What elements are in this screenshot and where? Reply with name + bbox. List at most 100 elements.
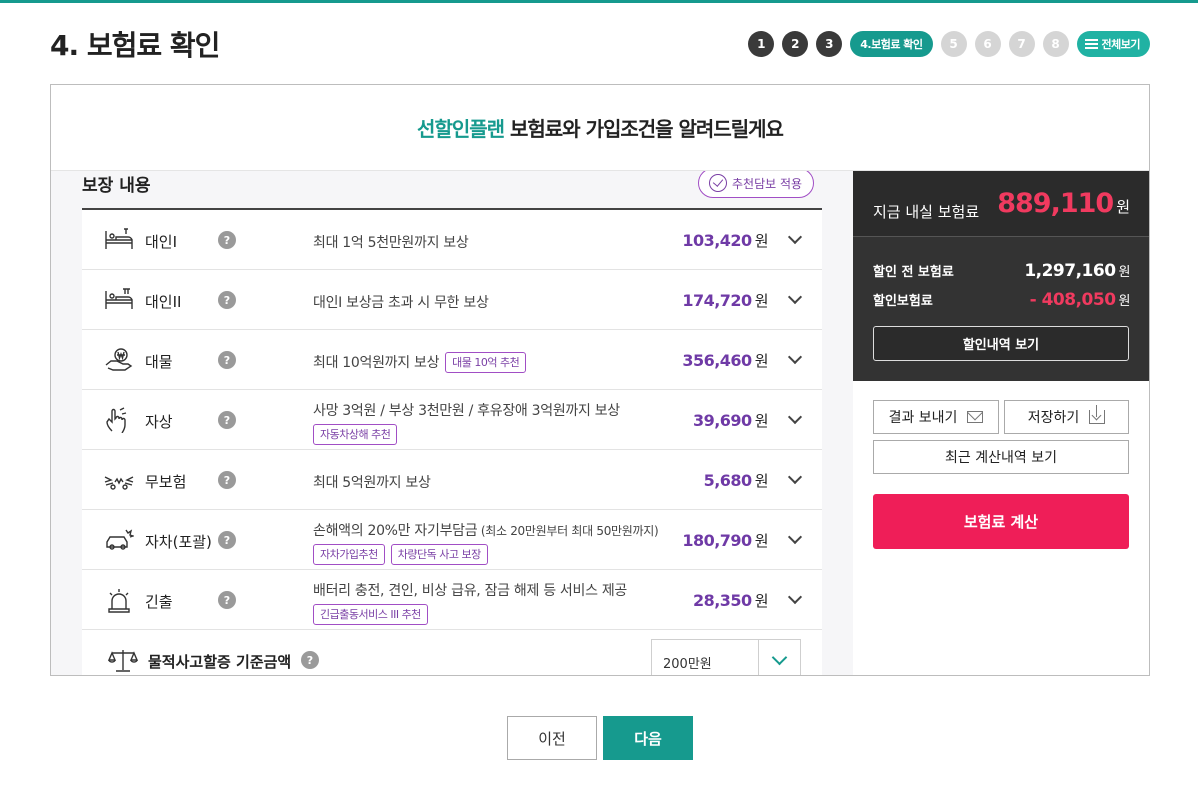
bed-person-icon bbox=[104, 287, 134, 313]
discount-amount: - 408,050 원 bbox=[1029, 290, 1131, 310]
amount-unit: 원 bbox=[754, 352, 769, 370]
amount-value: 28,350 bbox=[692, 591, 752, 610]
step-7: 7 bbox=[1008, 31, 1035, 57]
help-icon[interactable]: ? bbox=[218, 591, 236, 609]
coverage-desc: 배터리 충전, 견인, 비상 급유, 잠금 해제 등 서비스 제공 bbox=[313, 583, 627, 599]
chevron-down-icon[interactable] bbox=[787, 289, 803, 305]
help-icon[interactable]: ? bbox=[218, 411, 236, 429]
coverage-table: 대인I ? 최대 1억 5천만원까지 보상 103,420 원 대인II ? 대인… bbox=[82, 208, 822, 675]
coverage-name: 무보험 bbox=[145, 473, 187, 491]
hand-injury-icon bbox=[104, 407, 134, 433]
coverage-desc: 사망 3억원 / 부상 3천만원 / 후유장애 3억원까지 보상 bbox=[313, 403, 620, 419]
recommend-tag[interactable]: 자차가입추천 bbox=[313, 544, 385, 565]
recommend-tag[interactable]: 대물 10억 추천 bbox=[445, 352, 527, 373]
amount-value: 5,680 bbox=[703, 471, 753, 490]
discount-label: 할인보험료 bbox=[873, 294, 933, 309]
premium-breakdown: 할인 전 보험료 1,297,160 원 할인보험료 - 408,050 원 할인내… bbox=[853, 237, 1149, 381]
all-steps-button[interactable]: 전체보기 bbox=[1076, 31, 1150, 57]
coverage-row-mubohum[interactable]: 무보험 ? 최대 5억원까지 보상 5,680 원 bbox=[82, 450, 822, 510]
amount-unit: 원 bbox=[754, 592, 769, 610]
deductible-value: 200만원 bbox=[663, 657, 712, 672]
all-steps-label: 전체보기 bbox=[1101, 38, 1141, 51]
deductible-label: 물적사고할증 기준금액 bbox=[148, 653, 292, 671]
amount-unit: 원 bbox=[754, 412, 769, 430]
help-icon[interactable]: ? bbox=[218, 471, 236, 489]
next-button[interactable]: 다음 bbox=[603, 716, 693, 760]
help-icon[interactable]: ? bbox=[218, 351, 236, 369]
desc-small: (최소 20만원부터 최대 50만원까지) bbox=[477, 524, 659, 538]
amount-unit: 원 bbox=[754, 292, 769, 310]
step-3[interactable]: 3 bbox=[816, 31, 843, 57]
premium-summary: 지금 내실 보험료 889,110 원 할인 전 보험료 1,297,160 원 할… bbox=[853, 171, 1149, 675]
coverage-row-jasang[interactable]: 자상 ? 사망 3억원 / 부상 3천만원 / 후유장애 3억원까지 보상 자동… bbox=[82, 390, 822, 450]
deductible-row: 물적사고할증 기준금액 ? 200만원 bbox=[82, 630, 822, 675]
amount-value: 39,690 bbox=[692, 411, 752, 430]
save-button[interactable]: 저장하기 bbox=[1004, 400, 1129, 434]
step-5: 5 bbox=[940, 31, 967, 57]
prev-button[interactable]: 이전 bbox=[507, 716, 597, 760]
amount-value: 180,790 bbox=[682, 531, 752, 550]
car-crash-icon bbox=[104, 527, 134, 553]
help-icon[interactable]: ? bbox=[301, 651, 319, 669]
chevron-down-icon[interactable] bbox=[787, 589, 803, 605]
before-discount-row: 할인 전 보험료 1,297,160 원 bbox=[873, 261, 1131, 281]
coverage-row-jacha[interactable]: 자차(포괄) ? 손해액의 20%만 자기부담금 (최소 20만원부터 최대 5… bbox=[82, 510, 822, 570]
desc-text: 손해액의 20%만 자기부담금 bbox=[313, 523, 478, 539]
chevron-down-icon[interactable] bbox=[787, 349, 803, 365]
recommend-tag[interactable]: 자동차상해 추천 bbox=[313, 424, 398, 445]
coverage-row-ginchul[interactable]: 긴출 ? 배터리 충전, 견인, 비상 급유, 잠금 해제 등 서비스 제공 긴… bbox=[82, 570, 822, 630]
amount-unit: 원 bbox=[754, 472, 769, 490]
recommend-tag[interactable]: 긴급출동서비스 III 추천 bbox=[313, 604, 428, 625]
menu-icon bbox=[1084, 39, 1098, 49]
coverage-name: 자차(포괄) bbox=[145, 533, 212, 551]
chevron-down-icon[interactable] bbox=[787, 409, 803, 425]
help-icon[interactable]: ? bbox=[218, 291, 236, 309]
coverage-row-daemul[interactable]: 대물 ? 최대 10억원까지 보상 대물 10억 추천 356,460 원 bbox=[82, 330, 822, 390]
chevron-down-icon[interactable] bbox=[787, 229, 803, 245]
coverage-desc: 최대 1억 5천만원까지 보상 bbox=[313, 235, 469, 251]
send-result-button[interactable]: 결과 보내기 bbox=[873, 400, 999, 434]
deductible-select[interactable]: 200만원 bbox=[651, 639, 801, 675]
crash-icon bbox=[104, 467, 134, 493]
page-title: 4. 보험료 확인 bbox=[50, 29, 220, 62]
help-icon[interactable]: ? bbox=[218, 231, 236, 249]
amount-unit: 원 bbox=[754, 232, 769, 250]
coverage-name: 대인I bbox=[145, 233, 178, 251]
chevron-down-icon[interactable] bbox=[787, 469, 803, 485]
tag-list: 자차가입추천 차량단독 사고 보장 bbox=[313, 544, 488, 565]
apply-recommended-button[interactable]: 추천담보 적용 bbox=[698, 171, 815, 198]
recent-calc-button[interactable]: 최근 계산내역 보기 bbox=[873, 440, 1129, 474]
recommend-tag[interactable]: 차량단독 사고 보장 bbox=[390, 544, 488, 565]
tag-list: 자동차상해 추천 bbox=[313, 424, 398, 445]
before-discount-amount: 1,297,160 원 bbox=[1024, 261, 1130, 281]
chevron-down-icon[interactable] bbox=[787, 529, 803, 545]
amount-value: 103,420 bbox=[682, 231, 752, 250]
coverage-amount: 174,720 원 bbox=[682, 290, 768, 311]
coverage-desc: 최대 5억원까지 보상 bbox=[313, 475, 431, 491]
coverage-section[interactable]: 보장 내용 추천담보 적용 대인I ? 최대 1억 5천만원까지 보상 103,… bbox=[51, 171, 853, 675]
coverage-row-daein1[interactable]: 대인I ? 최대 1억 5천만원까지 보상 103,420 원 bbox=[82, 210, 822, 270]
chevron-down-icon[interactable] bbox=[758, 640, 800, 675]
step-4-current: 4.보험료 확인 bbox=[850, 31, 933, 57]
scale-icon bbox=[108, 647, 138, 673]
siren-icon bbox=[104, 587, 134, 613]
coverage-name: 대인II bbox=[145, 293, 182, 311]
discount-detail-button[interactable]: 할인내역 보기 bbox=[873, 326, 1129, 361]
discount-row: 할인보험료 - 408,050 원 bbox=[873, 290, 1131, 310]
coin-hand-icon bbox=[104, 347, 134, 373]
step-2[interactable]: 2 bbox=[782, 31, 809, 57]
coverage-amount: 5,680 원 bbox=[703, 470, 769, 491]
top-accent-line bbox=[0, 0, 1198, 3]
coverage-amount: 180,790 원 bbox=[682, 530, 768, 551]
bed-person-icon bbox=[104, 227, 134, 253]
coverage-amount: 28,350 원 bbox=[692, 590, 769, 611]
step-1[interactable]: 1 bbox=[748, 31, 775, 57]
discount-unit: 원 bbox=[1118, 294, 1131, 309]
calculate-premium-button[interactable]: 보험료 계산 bbox=[873, 494, 1129, 549]
coverage-row-daein2[interactable]: 대인II ? 대인I 보상금 초과 시 무한 보상 174,720 원 bbox=[82, 270, 822, 330]
before-discount-unit: 원 bbox=[1118, 265, 1131, 280]
discount-value: - 408,050 bbox=[1029, 290, 1116, 310]
help-icon[interactable]: ? bbox=[218, 531, 236, 549]
headline-accent: 선할인플랜 bbox=[417, 117, 505, 141]
step-indicator: 1 2 3 4.보험료 확인 5 6 7 8 전체보기 bbox=[748, 31, 1150, 57]
